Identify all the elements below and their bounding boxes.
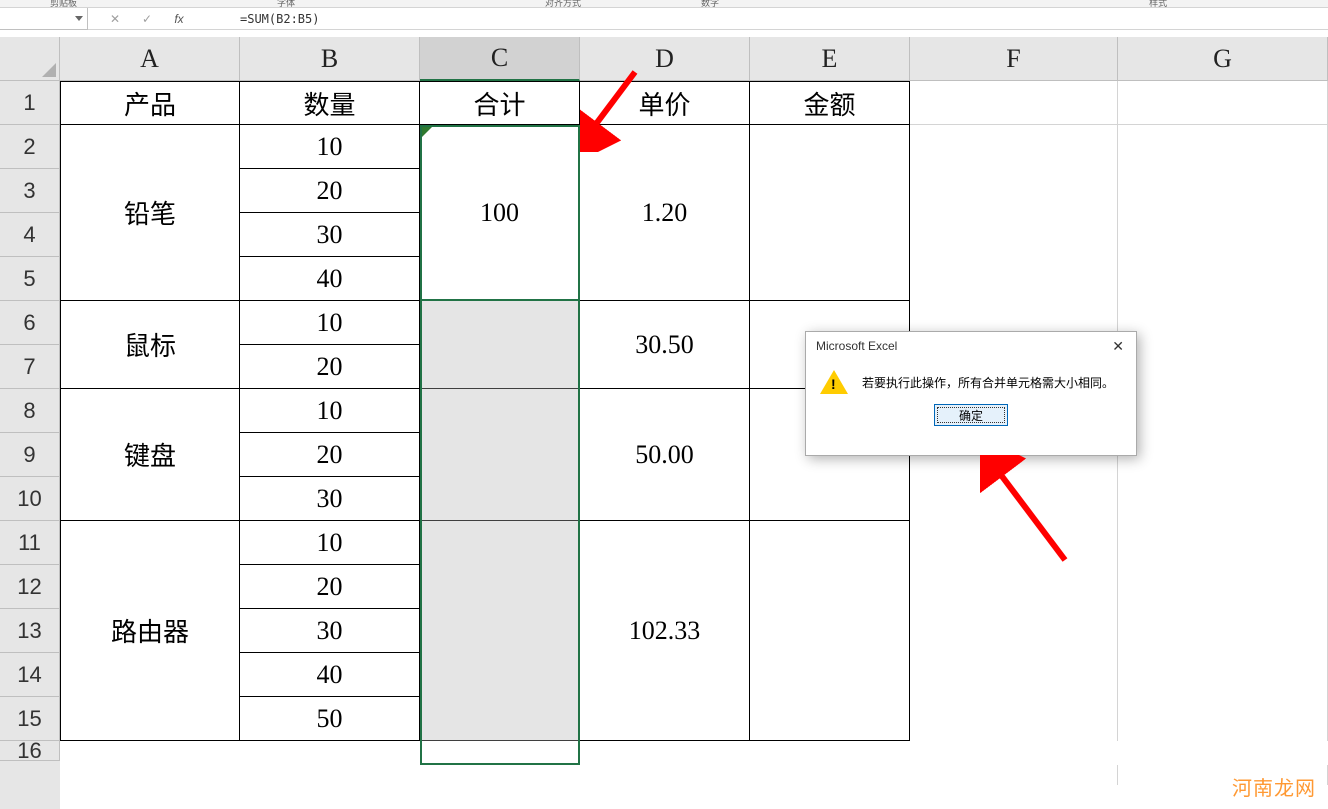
cell-b10[interactable]: 30 [240, 477, 420, 521]
cell-b9[interactable]: 20 [240, 433, 420, 477]
cell-d8-10[interactable]: 50.00 [580, 389, 750, 521]
cell-b2[interactable]: 10 [240, 125, 420, 169]
row-header-10[interactable]: 10 [0, 477, 60, 521]
cell-e2-5[interactable] [750, 125, 910, 301]
cell-f1[interactable] [910, 81, 1118, 125]
cell-d11-15[interactable]: 102.33 [580, 521, 750, 741]
row-16[interactable] [60, 741, 1328, 765]
enter-icon[interactable]: ✓ [140, 12, 154, 26]
cell-e11-15[interactable] [750, 521, 910, 741]
cell-b3[interactable]: 20 [240, 169, 420, 213]
row-header-7[interactable]: 7 [0, 345, 60, 389]
cell-b4[interactable]: 30 [240, 213, 420, 257]
cell-a2-5[interactable]: 铅笔 [60, 125, 240, 301]
row-header-13[interactable]: 13 [0, 609, 60, 653]
watermark: 河南龙网 [1232, 772, 1316, 801]
dialog-buttons: 确定 [806, 404, 1136, 436]
cell-a6-7[interactable]: 鼠标 [60, 301, 240, 389]
cell-d1[interactable]: 单价 [580, 81, 750, 125]
warning-icon [820, 370, 848, 394]
col-header-d[interactable]: D [580, 37, 750, 81]
cancel-icon[interactable]: ✕ [108, 12, 122, 26]
ribbon-group-styles: 样式 [1149, 0, 1167, 9]
cell-b15[interactable]: 50 [240, 697, 420, 741]
row-header-3[interactable]: 3 [0, 169, 60, 213]
row-header-12[interactable]: 12 [0, 565, 60, 609]
cell-b13[interactable]: 30 [240, 609, 420, 653]
cell-g1[interactable] [1118, 81, 1328, 125]
cell-b7[interactable]: 20 [240, 345, 420, 389]
fx-icon[interactable]: fx [172, 12, 186, 26]
dialog-body: 若要执行此操作，所有合并单元格需大小相同。 [806, 360, 1136, 404]
row-header-8[interactable]: 8 [0, 389, 60, 433]
col-header-c[interactable]: C [420, 37, 580, 81]
row-header-4[interactable]: 4 [0, 213, 60, 257]
row-header-column: 1 2 3 4 5 6 7 8 9 10 11 12 13 14 15 16 [0, 37, 60, 809]
cell-b14[interactable]: 40 [240, 653, 420, 697]
row-header-2[interactable]: 2 [0, 125, 60, 169]
select-all-corner[interactable] [0, 37, 60, 81]
cell-c1[interactable]: 合计 [420, 81, 580, 125]
message-dialog: Microsoft Excel ✕ 若要执行此操作，所有合并单元格需大小相同。 … [805, 331, 1137, 456]
ribbon-group-alignment: 对齐方式 [545, 0, 581, 9]
cell-a1[interactable]: 产品 [60, 81, 240, 125]
ok-button[interactable]: 确定 [934, 404, 1008, 426]
cell-c8-10[interactable] [420, 389, 580, 521]
cells-g[interactable] [1118, 125, 1328, 785]
row-header-14[interactable]: 14 [0, 653, 60, 697]
row-header-11[interactable]: 11 [0, 521, 60, 565]
cell-b11[interactable]: 10 [240, 521, 420, 565]
cell-a8-10[interactable]: 键盘 [60, 389, 240, 521]
close-icon[interactable]: ✕ [1108, 338, 1128, 355]
row-header-15[interactable]: 15 [0, 697, 60, 741]
row-header-16[interactable]: 16 [0, 741, 60, 761]
col-header-e[interactable]: E [750, 37, 910, 81]
dialog-message: 若要执行此操作，所有合并单元格需大小相同。 [862, 374, 1114, 391]
cell-b1[interactable]: 数量 [240, 81, 420, 125]
formula-bar: ✕ ✓ fx =SUM(B2:B5) [0, 8, 1328, 30]
row-header-1[interactable]: 1 [0, 81, 60, 125]
cell-a11-15[interactable]: 路由器 [60, 521, 240, 741]
col-header-f[interactable]: F [910, 37, 1118, 81]
ribbon-group-font: 字体 [277, 0, 295, 9]
ribbon-fragment: 剪贴板 字体 对齐方式 数字 样式 [0, 0, 1328, 8]
row-header-9[interactable]: 9 [0, 433, 60, 477]
cell-c2-5[interactable]: 100 [420, 125, 580, 301]
dialog-titlebar: Microsoft Excel ✕ [806, 332, 1136, 360]
col-header-a[interactable]: A [60, 37, 240, 81]
col-header-b[interactable]: B [240, 37, 420, 81]
cell-b6[interactable]: 10 [240, 301, 420, 345]
cell-b8[interactable]: 10 [240, 389, 420, 433]
cell-d2-5[interactable]: 1.20 [580, 125, 750, 301]
cell-e1[interactable]: 金额 [750, 81, 910, 125]
formula-input[interactable]: =SUM(B2:B5) [230, 12, 1328, 26]
cell-c11-15[interactable] [420, 521, 580, 741]
grid-area: A B C D E F G 产品 数量 合计 单价 金额 铅笔 10 20 30… [60, 37, 1328, 809]
name-box[interactable] [0, 8, 88, 30]
cell-b12[interactable]: 20 [240, 565, 420, 609]
dialog-title: Microsoft Excel [816, 339, 897, 353]
row-header-5[interactable]: 5 [0, 257, 60, 301]
cell-d6-7[interactable]: 30.50 [580, 301, 750, 389]
col-header-g[interactable]: G [1118, 37, 1328, 81]
row-header-6[interactable]: 6 [0, 301, 60, 345]
ribbon-group-number: 数字 [701, 0, 719, 9]
formula-bar-buttons: ✕ ✓ fx [88, 12, 230, 26]
cell-c6-7[interactable] [420, 301, 580, 389]
column-headers: A B C D E F G [60, 37, 1328, 81]
cell-b5[interactable]: 40 [240, 257, 420, 301]
